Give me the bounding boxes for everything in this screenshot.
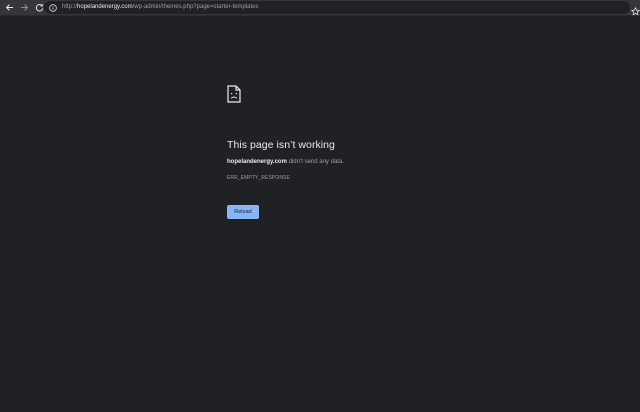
bookmark-star-icon[interactable] (630, 3, 640, 16)
error-description: hopelandenergy.com didn’t send any data. (227, 159, 344, 165)
url-host: hopelandenergy.com (77, 4, 133, 10)
arrow-left-icon (5, 4, 13, 11)
url-scheme: http:// (62, 4, 78, 10)
error-title: This page isn’t working (227, 139, 335, 151)
sad-page-icon (227, 85, 241, 103)
back-button[interactable] (2, 1, 16, 15)
arrow-right-icon (20, 4, 28, 11)
forward-button[interactable] (17, 1, 31, 15)
error-host: hopelandenergy.com (227, 159, 287, 165)
error-message: didn’t send any data. (286, 159, 344, 165)
reload-icon (35, 3, 43, 12)
url-path: /wp-admin/themes.php?page=starter-templa… (132, 4, 259, 10)
error-code: ERR_EMPTY_RESPONSE (227, 175, 290, 181)
address-bar[interactable]: http://hopelandenergy.com/wp-admin/theme… (44, 1, 630, 14)
browser-toolbar: http://hopelandenergy.com/wp-admin/theme… (0, 0, 640, 16)
reload-page-button[interactable]: Reload (227, 205, 259, 219)
error-page: This page isn’t working hopelandenergy.c… (0, 17, 640, 412)
info-icon[interactable] (48, 3, 57, 12)
url-text[interactable]: http://hopelandenergy.com/wp-admin/theme… (62, 1, 259, 14)
